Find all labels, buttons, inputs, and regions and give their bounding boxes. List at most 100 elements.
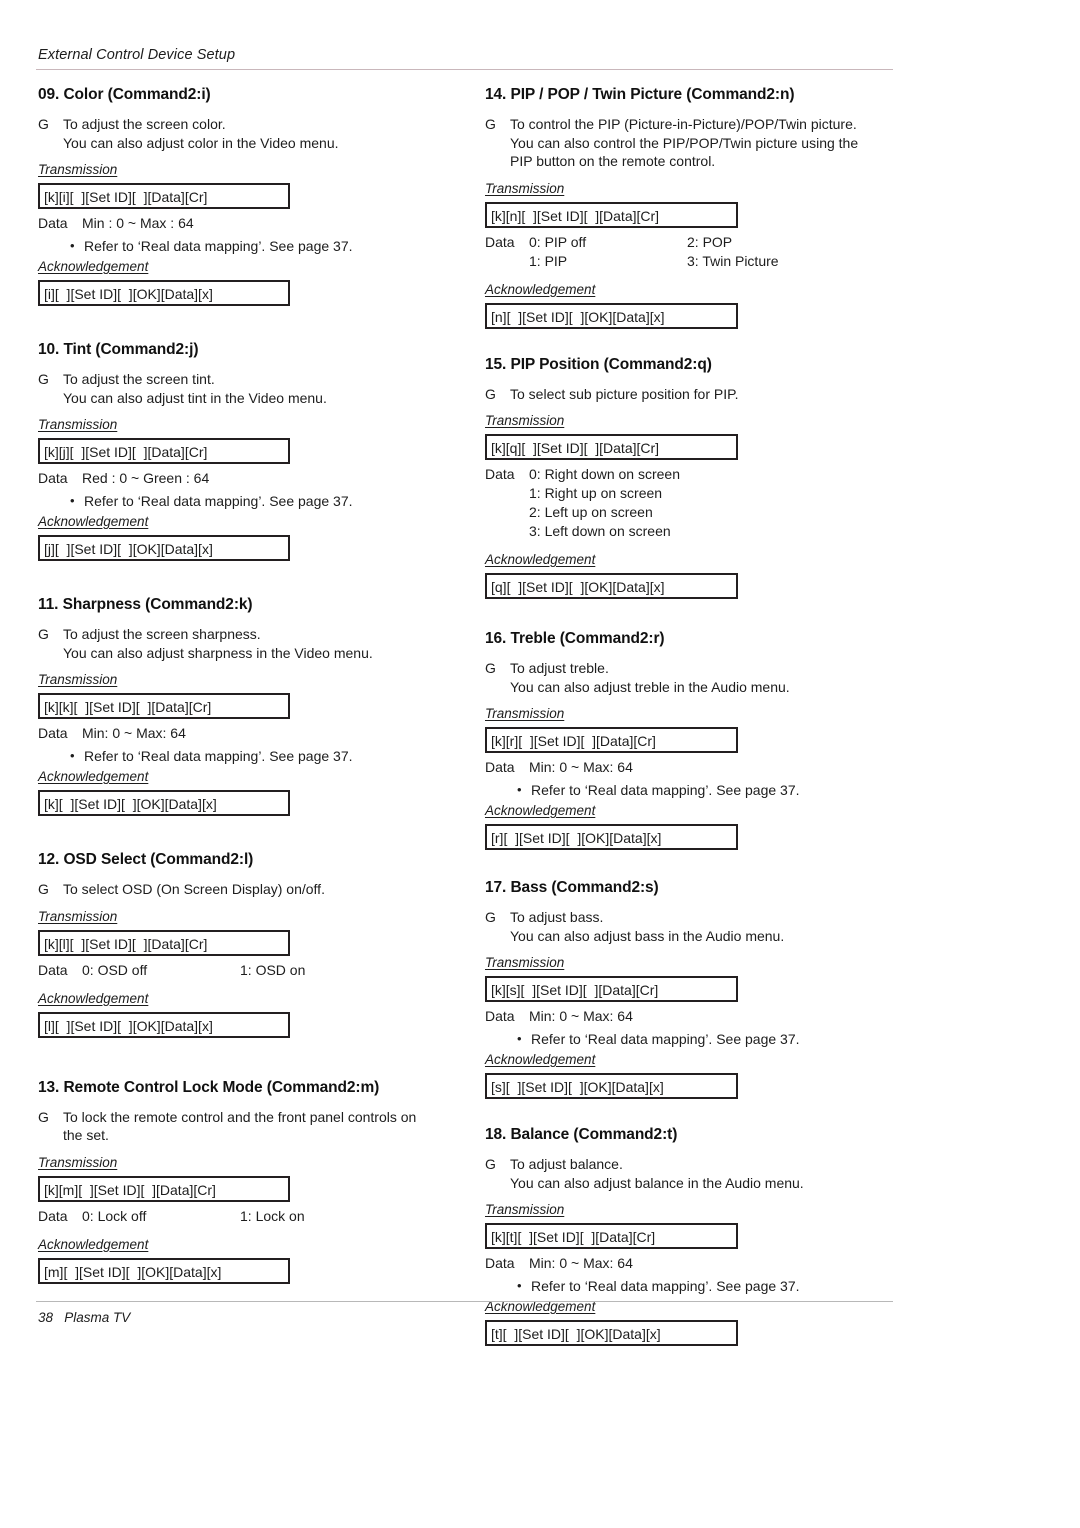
- transmission-command-box: [k][j][ ][Set ID][ ][Data][Cr]: [38, 438, 290, 464]
- transmission-command-box: [k][s][ ][Set ID][ ][Data][Cr]: [485, 976, 738, 1002]
- data-value: 1: Right up on screen: [529, 485, 663, 501]
- bullet-dot-icon: •: [517, 1278, 522, 1293]
- data-values-group: Data 0: Lock off 1: Lock on: [38, 1207, 448, 1226]
- transmission-label-wrap: Transmission: [38, 416, 448, 435]
- transmission-label: Transmission: [38, 672, 118, 687]
- acknowledgement-command-box: [j][ ][Set ID][ ][OK][Data][x]: [38, 535, 290, 561]
- acknowledgement-label-wrap: Acknowledgement: [485, 802, 895, 821]
- data-value: Min: 0 ~ Max: 64: [82, 725, 186, 741]
- reference-note: • Refer to ‘Real data mapping’. See page …: [38, 237, 448, 256]
- sec-15-pip-position: 15. PIP Position (Command2:q) G To select …: [485, 356, 895, 599]
- data-row: Data 0: PIP off 2: POP: [485, 233, 895, 252]
- section-description: G To control the PIP (Picture-in-Picture)…: [485, 115, 895, 171]
- footer-divider: [36, 1301, 893, 1302]
- bullet-dot-icon: •: [517, 1031, 522, 1046]
- section-description: G To adjust the screen tint. You can also …: [38, 370, 448, 407]
- data-label: Data: [38, 961, 68, 978]
- acknowledgement-label: Acknowledgement: [485, 281, 596, 297]
- section-title: 09. Color (Command2:i): [38, 86, 211, 103]
- data-row: 2: Left up on screen: [485, 503, 895, 522]
- description-line: You can also adjust color in the Video m…: [63, 134, 339, 151]
- transmission-label-wrap: Transmission: [485, 1201, 895, 1220]
- bullet-g-icon: G: [38, 626, 49, 642]
- footer-page-label: 38 Plasma TV: [38, 1310, 131, 1325]
- transmission-command-box: [k][i][ ][Set ID][ ][Data][Cr]: [38, 183, 290, 209]
- description-line: You can also adjust balance in the Audio…: [510, 1174, 804, 1191]
- data-row: Data 0: OSD off 1: OSD on: [38, 961, 448, 980]
- acknowledgement-label-wrap: Acknowledgement: [485, 1051, 895, 1070]
- transmission-label: Transmission: [485, 180, 565, 196]
- header-divider: [36, 69, 893, 70]
- acknowledgement-label: Acknowledgement: [38, 514, 149, 529]
- transmission-label-wrap: Transmission: [485, 705, 895, 724]
- description-line: To control the PIP (Picture-in-Picture)/…: [510, 116, 857, 132]
- acknowledgement-command-box: [k][ ][Set ID][ ][OK][Data][x]: [38, 790, 290, 816]
- data-values-group: Data Min: 0 ~ Max: 64: [485, 1007, 895, 1026]
- acknowledgement-command-box: [t][ ][Set ID][ ][OK][Data][x]: [485, 1320, 738, 1346]
- data-value: Min: 0 ~ Max: 64: [529, 1008, 633, 1024]
- acknowledgement-label-wrap: Acknowledgement: [485, 551, 895, 570]
- acknowledgement-command-box: [i][ ][Set ID][ ][OK][Data][x]: [38, 280, 290, 306]
- transmission-label-wrap: Transmission: [485, 954, 895, 973]
- bullet-g-icon: G: [485, 909, 496, 925]
- description-line: To adjust the screen tint.: [63, 371, 215, 387]
- section-description: G To select sub picture position for PIP.: [485, 385, 895, 404]
- data-values-group: Data Red : 0 ~ Green : 64: [38, 469, 448, 488]
- data-value: 2: Left up on screen: [529, 504, 653, 520]
- bullet-g-icon: G: [485, 1156, 496, 1172]
- section-description: G To adjust balance. You can also adjust b…: [485, 1155, 895, 1192]
- data-label: Data: [485, 233, 515, 250]
- acknowledgement-label: Acknowledgement: [485, 803, 596, 818]
- section-description: G To select OSD (On Screen Display) on/of…: [38, 880, 448, 899]
- acknowledgement-label-wrap: Acknowledgement: [38, 768, 448, 787]
- section-title: 10. Tint (Command2:j): [38, 341, 199, 358]
- data-value: 3: Left down on screen: [529, 523, 671, 539]
- data-values-group: Data Min: 0 ~ Max: 64: [38, 724, 448, 743]
- sec-12-osd-select: 12. OSD Select (Command2:l) G To select OS…: [38, 851, 448, 1038]
- data-label: Data: [38, 215, 68, 231]
- transmission-command-box: [k][r][ ][Set ID][ ][Data][Cr]: [485, 727, 738, 753]
- section-description: G To lock the remote control and the fron…: [38, 1108, 448, 1145]
- data-values-group: Data 0: PIP off 2: POP 1: PIP 3: Twin Pictur…: [485, 233, 895, 271]
- data-label: Data: [485, 1255, 515, 1271]
- left-column: 09. Color (Command2:i) G To adjust the scr…: [38, 86, 448, 1289]
- acknowledgement-label: Acknowledgement: [38, 1236, 149, 1252]
- data-row: Data Min: 0 ~ Max: 64: [485, 758, 895, 777]
- reference-note-text: Refer to ‘Real data mapping’. See page 3…: [84, 493, 353, 509]
- description-line: To adjust balance.: [510, 1156, 623, 1172]
- running-header-title: External Control Device Setup: [38, 47, 236, 63]
- data-label: Data: [485, 759, 515, 775]
- section-description: G To adjust bass. You can also adjust bass…: [485, 908, 895, 945]
- sec-14-pip-pop-twin: 14. PIP / POP / Twin Picture (Command2:n…: [485, 86, 895, 329]
- transmission-label: Transmission: [485, 1202, 565, 1217]
- reference-note: • Refer to ‘Real data mapping’. See page …: [38, 492, 448, 511]
- data-row: Data Min : 0 ~ Max : 64: [38, 214, 448, 233]
- transmission-command-box: [k][t][ ][Set ID][ ][Data][Cr]: [485, 1223, 738, 1249]
- acknowledgement-label: Acknowledgement: [38, 990, 149, 1006]
- data-values-group: Data 0: Right down on screen 1: Right up o…: [485, 465, 895, 541]
- bullet-g-icon: G: [485, 660, 496, 676]
- transmission-command-box: [k][q][ ][Set ID][ ][Data][Cr]: [485, 434, 738, 460]
- data-row: Data 0: Lock off 1: Lock on: [38, 1207, 448, 1226]
- section-title: 18. Balance (Command2:t): [485, 1126, 678, 1143]
- transmission-label-wrap: Transmission: [38, 1154, 448, 1173]
- reference-note: • Refer to ‘Real data mapping’. See page …: [485, 1030, 895, 1049]
- description-line: You can also adjust treble in the Audio …: [510, 678, 790, 695]
- transmission-command-box: [k][k][ ][Set ID][ ][Data][Cr]: [38, 693, 290, 719]
- transmission-label: Transmission: [38, 908, 118, 924]
- transmission-label-wrap: Transmission: [485, 180, 895, 199]
- bullet-g-icon: G: [38, 371, 49, 387]
- reference-note: • Refer to ‘Real data mapping’. See page …: [485, 781, 895, 800]
- data-value: 0: Right down on screen: [529, 466, 680, 482]
- data-row: Data Red : 0 ~ Green : 64: [38, 469, 448, 488]
- transmission-label: Transmission: [485, 955, 565, 970]
- section-title: 17. Bass (Command2:s): [485, 879, 659, 896]
- description-line: You can also adjust sharpness in the Vid…: [63, 644, 373, 661]
- description-line: To adjust bass.: [510, 909, 604, 925]
- data-value: Min: 0 ~ Max: 64: [529, 1255, 633, 1271]
- reference-note: • Refer to ‘Real data mapping’. See page …: [38, 747, 448, 766]
- acknowledgement-label-wrap: Acknowledgement: [38, 1236, 448, 1255]
